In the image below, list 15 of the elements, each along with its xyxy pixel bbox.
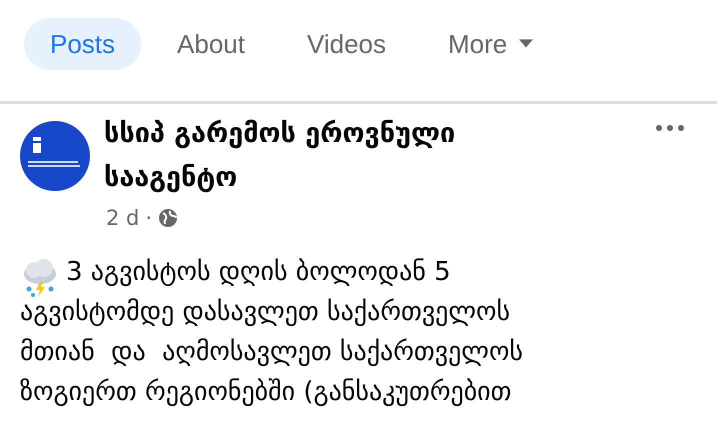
post-time[interactable]: 2 d xyxy=(106,206,140,230)
more-options-icon[interactable] xyxy=(655,124,685,132)
separator: · xyxy=(145,206,152,230)
post-text-line: ზოგიერთ რეგიონებში (განსაკუთრებით xyxy=(20,376,512,409)
tab[interactable]: More xyxy=(422,18,560,70)
post-text-line: მთიან და აღმოსავლეთ საქართველოს xyxy=(20,336,523,369)
tab[interactable]: Posts xyxy=(24,18,142,70)
globe-icon xyxy=(158,208,178,228)
page-name[interactable]: სსიპ გარემოს ეროვნული სააგენტო xyxy=(104,112,655,200)
tab[interactable]: Videos xyxy=(280,18,412,70)
caret-icon xyxy=(519,39,534,49)
post-text-line: აგვისტომდე დასავლეთ საქართველოს xyxy=(20,296,510,329)
avatar-logo[interactable] xyxy=(20,121,90,191)
tab[interactable]: About xyxy=(151,18,271,70)
post-text-line: 3 აგვისტოს დღის ბოლოდან 5 xyxy=(66,256,451,289)
